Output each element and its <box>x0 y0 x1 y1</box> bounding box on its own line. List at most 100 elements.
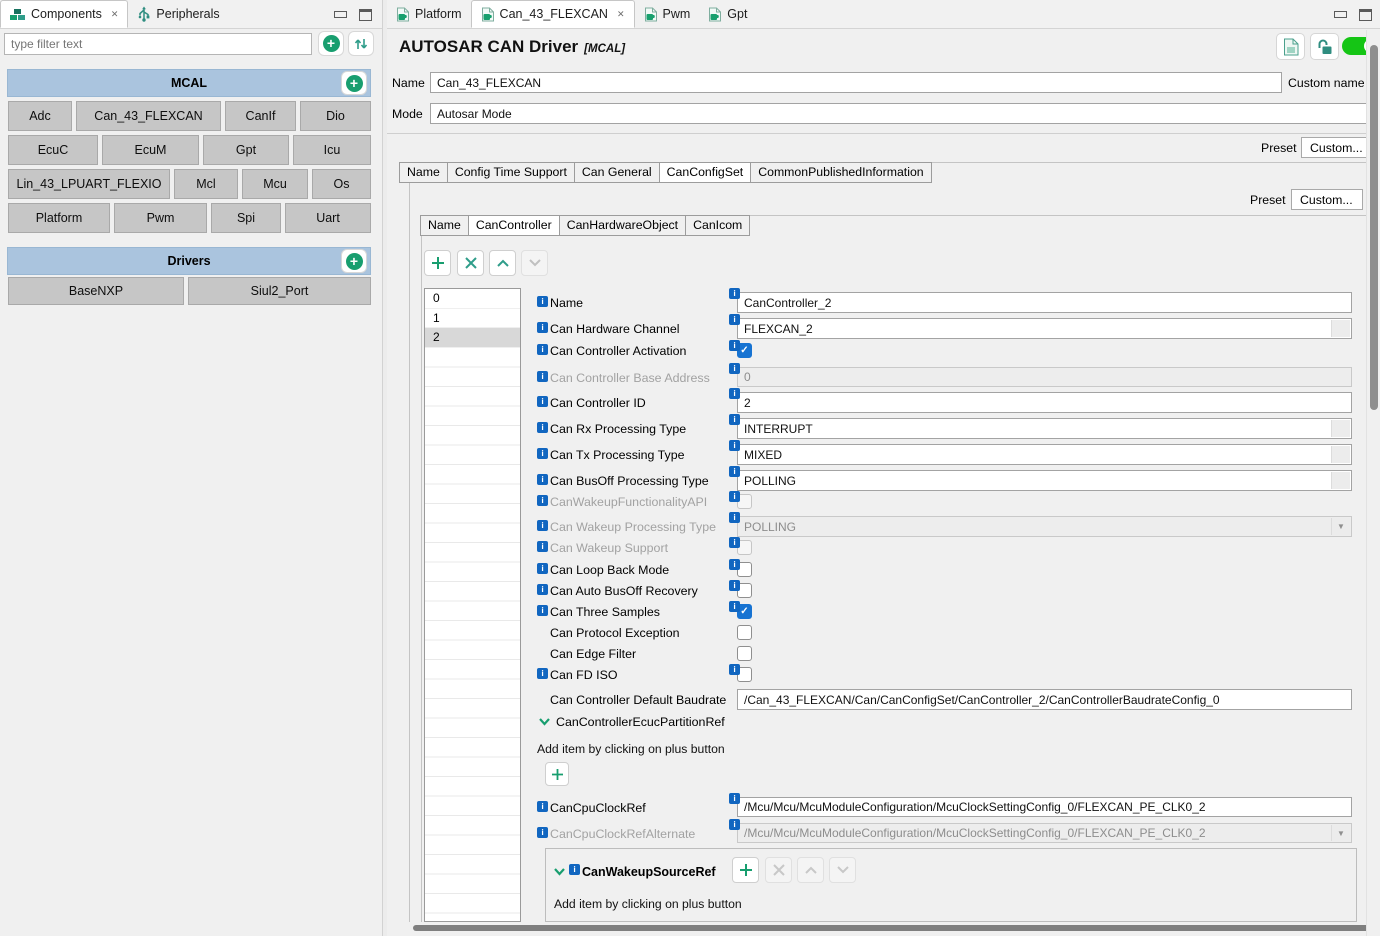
module-button-lin43[interactable]: Lin_43_LPUART_FLEXIO <box>8 169 170 199</box>
wakeup-source-ref-section[interactable]: i CanWakeupSourceRef <box>554 863 716 879</box>
editor-tab-platform[interactable]: Platform <box>387 0 471 28</box>
preset-dropdown[interactable]: Custom... <box>1301 137 1367 158</box>
info-icon: i <box>729 466 740 477</box>
unlock-button[interactable] <box>1310 33 1339 60</box>
add-item-hint: Add item by clicking on plus button <box>537 742 725 756</box>
plus-circle-icon: + <box>322 35 340 52</box>
mcal-add-button[interactable]: + <box>341 71 367 95</box>
editor-tab-gpt[interactable]: Gpt <box>699 0 756 28</box>
field-label-busoff-type: i Can BusOff Processing Type <box>537 474 709 488</box>
tab-canicom[interactable]: CanIcom <box>686 215 751 236</box>
module-button-uart[interactable]: Uart <box>285 203 371 233</box>
move-wakeup-up-button[interactable] <box>797 857 824 883</box>
checkbox-edge-filter[interactable] <box>737 646 752 661</box>
add-component-button[interactable]: + <box>318 31 344 56</box>
module-button-os[interactable]: Os <box>312 169 371 199</box>
ecuc-partition-ref-section[interactable]: CanControllerEcucPartitionRef <box>539 715 725 729</box>
info-icon: i <box>729 793 740 804</box>
editor-tab-pwm[interactable]: Pwm <box>635 0 700 28</box>
tab-name[interactable]: Name <box>399 162 448 183</box>
vertical-scrollbar[interactable] <box>1366 30 1380 936</box>
input-cpu-clock-ref[interactable]: /Mcu/Mcu/McuModuleConfiguration/McuClock… <box>737 797 1352 817</box>
module-button-ecum[interactable]: EcuM <box>102 135 199 165</box>
combo-button[interactable] <box>1331 472 1350 489</box>
minimize-icon[interactable] <box>1334 11 1347 18</box>
horizontal-scrollbar[interactable] <box>409 922 1380 936</box>
combo-hw-channel[interactable]: FLEXCAN_2 <box>737 318 1352 339</box>
move-down-button[interactable] <box>521 250 548 276</box>
list-item[interactable]: 0 <box>425 289 520 309</box>
module-button-mcl[interactable]: Mcl <box>174 169 238 199</box>
maximize-icon[interactable] <box>359 8 372 21</box>
tab-canhardwareobject[interactable]: CanHardwareObject <box>559 215 687 236</box>
module-button-pwm[interactable]: Pwm <box>114 203 207 233</box>
export-document-button[interactable] <box>1276 33 1305 60</box>
move-wakeup-down-button[interactable] <box>829 857 856 883</box>
list-item-selected[interactable]: 2 <box>425 328 520 348</box>
tab-inner-name[interactable]: Name <box>420 215 469 236</box>
input-default-baudrate[interactable]: /Can_43_FLEXCAN/Can/CanConfigSet/CanCont… <box>737 689 1352 710</box>
tab-components[interactable]: Components ✕ <box>0 0 129 28</box>
tab-peripherals[interactable]: Peripherals <box>128 0 228 28</box>
module-button-mcu[interactable]: Mcu <box>242 169 308 199</box>
module-button-platform[interactable]: Platform <box>8 203 110 233</box>
tab-commonpublishedinformation[interactable]: CommonPublishedInformation <box>751 162 932 183</box>
combo-button[interactable] <box>1331 420 1350 437</box>
combo-tx-type[interactable]: MIXED <box>737 444 1352 465</box>
combo-busoff-type[interactable]: POLLING <box>737 470 1352 491</box>
delete-wakeup-source-button[interactable] <box>765 857 792 883</box>
info-icon: i <box>729 664 740 675</box>
info-icon: i <box>537 520 548 531</box>
module-button-canif[interactable]: CanIf <box>225 101 296 131</box>
driver-button-siul2port[interactable]: Siul2_Port <box>188 277 371 305</box>
drivers-add-button[interactable]: + <box>341 249 367 273</box>
move-up-button[interactable] <box>489 250 516 276</box>
tab-canconfigset[interactable]: CanConfigSet <box>659 162 752 183</box>
add-partition-ref-button[interactable] <box>545 762 569 786</box>
canconfigset-tab-folder: Name CanController CanHardwareObject Can… <box>420 215 751 236</box>
horizontal-scrollbar-thumb[interactable] <box>413 925 1376 931</box>
filter-input[interactable] <box>4 33 312 55</box>
tab-cancontroller[interactable]: CanController <box>468 215 560 236</box>
combo-rx-type[interactable]: INTERRUPT <box>737 418 1352 439</box>
module-button-adc[interactable]: Adc <box>8 101 72 131</box>
list-item[interactable]: 1 <box>425 309 520 328</box>
close-icon[interactable]: ✕ <box>617 9 625 20</box>
module-button-gpt[interactable]: Gpt <box>203 135 289 165</box>
close-icon[interactable]: ✕ <box>111 9 119 20</box>
application-window: Components ✕ Peripherals + MCAL + Adc Ca… <box>0 0 1380 936</box>
editor-tab-can43flexcan[interactable]: Can_43_FLEXCAN ✕ <box>470 0 635 28</box>
sort-button[interactable] <box>348 31 374 56</box>
name-input[interactable]: Can_43_FLEXCAN <box>430 72 1282 93</box>
minimize-icon[interactable] <box>334 11 347 18</box>
module-button-can43flexcan[interactable]: Can_43_FLEXCAN <box>76 101 221 131</box>
plugin-file-icon <box>481 7 494 21</box>
combo-button[interactable] <box>1331 320 1350 337</box>
editor-tab-label: Can_43_FLEXCAN <box>499 7 608 21</box>
chevron-down-icon <box>836 866 849 874</box>
chevron-down-icon <box>539 718 550 726</box>
add-wakeup-source-button[interactable] <box>732 857 759 883</box>
info-icon: i <box>729 491 740 502</box>
delete-controller-button[interactable] <box>457 250 484 276</box>
maximize-icon[interactable] <box>1359 8 1372 21</box>
input-controller-id[interactable]: 2 <box>737 392 1352 413</box>
combo-button[interactable] <box>1331 446 1350 463</box>
mode-input[interactable]: Autosar Mode <box>430 103 1380 124</box>
editor-tab-label: Platform <box>415 7 462 21</box>
add-item-hint: Add item by clicking on plus button <box>554 897 742 911</box>
tab-config-time-support[interactable]: Config Time Support <box>447 162 575 183</box>
driver-button-basenxp[interactable]: BaseNXP <box>8 277 184 305</box>
add-controller-button[interactable] <box>424 250 451 276</box>
input-cancontroller-name[interactable]: CanController_2 <box>737 292 1352 313</box>
preset-dropdown[interactable]: Custom... <box>1291 189 1363 210</box>
field-label-wakeup-support: i Can Wakeup Support <box>537 541 668 555</box>
tab-can-general[interactable]: Can General <box>574 162 660 183</box>
module-button-spi[interactable]: Spi <box>211 203 281 233</box>
module-button-icu[interactable]: Icu <box>293 135 371 165</box>
module-button-ecuc[interactable]: EcuC <box>8 135 98 165</box>
checkbox-protocol-exception[interactable] <box>737 625 752 640</box>
vertical-scrollbar-thumb[interactable] <box>1370 45 1378 410</box>
module-button-dio[interactable]: Dio <box>300 101 371 131</box>
toggle-switch-on[interactable] <box>1342 37 1366 55</box>
